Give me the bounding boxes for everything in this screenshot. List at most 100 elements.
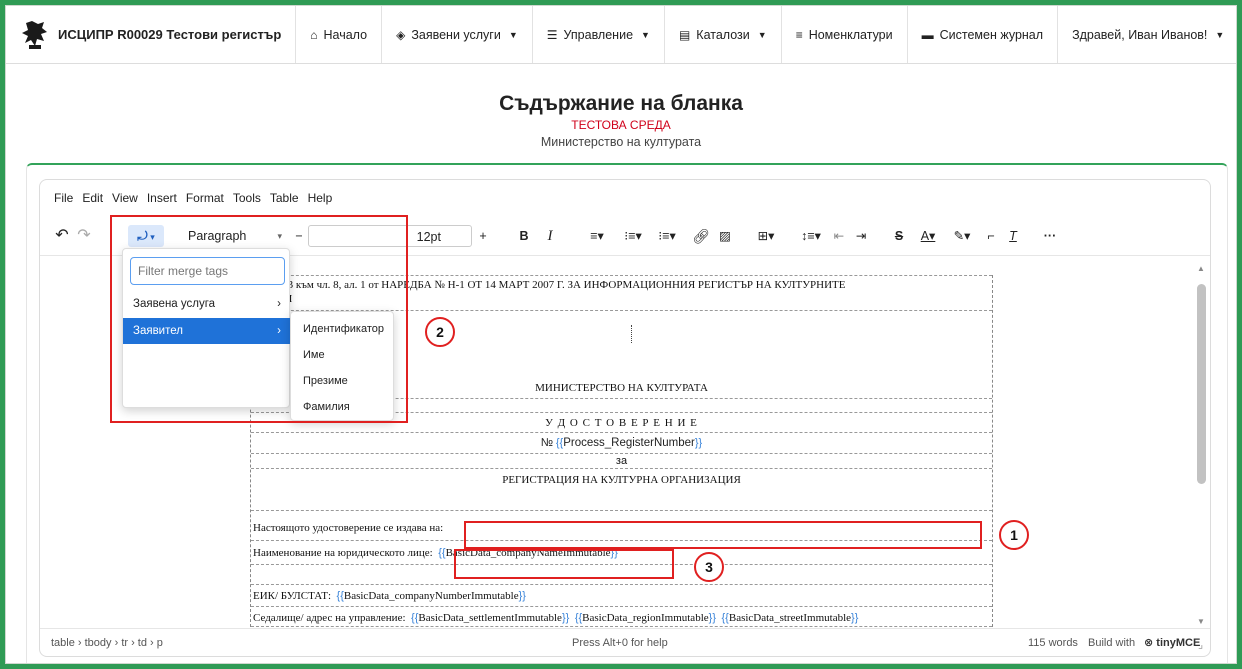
brace-close-icon: }} (708, 612, 716, 624)
brace-open-icon: {{ (336, 590, 344, 602)
editor-scrollbar[interactable]: ▲ ▼ (1197, 264, 1206, 626)
table-icon[interactable]: ⊞▾ (752, 225, 780, 247)
text-color-icon[interactable]: A▾ (914, 225, 942, 247)
increase-font-icon[interactable]: + (476, 225, 490, 247)
undo-icon[interactable]: ↶ (52, 225, 72, 247)
scroll-up-icon[interactable]: ▲ (1197, 264, 1205, 273)
doc-cert-title: У Д О С Т О В Е Р Е Н И Е (545, 417, 698, 429)
link-icon[interactable]: 🔗︎ (692, 225, 710, 247)
resize-handle-icon[interactable]: ⌟ (1198, 638, 1203, 651)
outdent-icon[interactable]: ⇤ (830, 225, 848, 247)
menu-tools[interactable]: Tools (233, 191, 261, 205)
page-title: Съдържание на бланка (499, 92, 743, 115)
brace-open-icon: {{ (438, 547, 446, 559)
editor-menubar: File Edit View Insert Format Tools Table… (40, 180, 1210, 216)
top-navbar: ИСЦИПР R00029 Тестови регистър ⌂ Начало ◈… (6, 6, 1236, 64)
align-icon[interactable]: ≡▾ (582, 225, 612, 247)
app-window: ИСЦИПР R00029 Тестови регистър ⌂ Начало ◈… (6, 6, 1236, 663)
doc-address-tag-2: BasicData_regionImmutable (582, 612, 709, 624)
bold-icon[interactable]: B (516, 225, 532, 247)
doc-reg-title: РЕГИСТРАЦИЯ НА КУЛТУРНА ОРГАНИЗАЦИЯ (502, 474, 741, 486)
nav-management[interactable]: ☰ Управление ▼ (533, 6, 665, 63)
sliders-icon: ☰ (546, 27, 558, 42)
more-icon[interactable]: ··· (1040, 225, 1060, 247)
annotation-box-3 (454, 549, 674, 579)
nav-nomenclatures-label: Номенклатури (808, 27, 893, 42)
nav-home[interactable]: ⌂ Начало (296, 6, 383, 63)
strikethrough-icon[interactable]: S (890, 225, 908, 247)
doc-za-row: за (251, 454, 992, 469)
element-path[interactable]: table › tbody › tr › td › p (51, 637, 163, 649)
font-size-value: 12pt (416, 230, 441, 244)
chevron-down-icon: ▼ (641, 29, 650, 40)
word-count[interactable]: 115 words (1028, 637, 1078, 649)
home-icon: ⌂ (310, 27, 318, 42)
scroll-down-icon[interactable]: ▼ (1197, 617, 1205, 626)
build-with-label[interactable]: Build with (1088, 637, 1135, 649)
indent-icon[interactable]: ⇥ (852, 225, 870, 247)
format-painter-icon[interactable]: ⌐ (982, 225, 1000, 247)
highlight-icon[interactable]: ✎▾ (948, 225, 976, 247)
doc-address-tag-3: BasicData_streetImmutable (728, 612, 852, 624)
doc-eik-row: ЕИК/ БУЛСТАТ: {{BasicData_companyNumberI… (251, 585, 992, 607)
annotation-box-2 (110, 215, 408, 423)
doc-number-prefix: № (540, 437, 554, 449)
annotation-3: 3 (694, 552, 724, 582)
nav-requested-services-label: Заявени услуги (411, 27, 501, 42)
doc-eik-label: ЕИК/ БУЛСТАТ: (253, 590, 332, 602)
numbered-list-icon[interactable]: ⁝≡▾ (618, 225, 648, 247)
brace-close-icon: }} (561, 612, 570, 624)
doc-issued-to: Настоящото удостоверение се издава на: (253, 522, 444, 534)
brand-title: ИСЦИПР R00029 Тестови регистър (58, 27, 282, 42)
menu-insert[interactable]: Insert (147, 191, 177, 205)
user-menu[interactable]: Здравей, Иван Иванов! ▼ (1058, 6, 1236, 63)
nav-requested-services[interactable]: ◈ Заявени услуги ▼ (382, 6, 533, 63)
doc-number-tag: Process_RegisterNumber (563, 437, 695, 449)
brace-close-icon: }} (694, 437, 703, 449)
list-icon: ≡ (795, 27, 803, 42)
brace-close-icon: }} (518, 590, 526, 602)
menu-table[interactable]: Table (270, 191, 299, 205)
brand[interactable]: ИСЦИПР R00029 Тестови регистър (6, 6, 297, 63)
coat-of-arms-logo (22, 20, 47, 49)
nav-system-journal-label: Системен журнал (939, 27, 1044, 42)
menu-view[interactable]: View (112, 191, 138, 205)
nav-system-journal[interactable]: ▬ Системен журнал (908, 6, 1059, 63)
help-hint: Press Alt+0 for help (572, 637, 668, 649)
nav-catalogs[interactable]: ▤ Каталози ▼ (665, 6, 782, 63)
menu-help[interactable]: Help (308, 191, 333, 205)
scrollbar-thumb[interactable] (1197, 284, 1206, 484)
line-height-icon[interactable]: ↕≡▾ (796, 225, 826, 247)
italic-icon[interactable]: I (542, 225, 558, 247)
ministry-subtitle: Министерство на културата (540, 135, 702, 149)
doc-address-row: Седалище/ адрес на управление: {{BasicDa… (251, 607, 992, 627)
user-greeting: Здравей, Иван Иванов! (1072, 27, 1208, 42)
doc-legal-name-label: Наименование на юридическото лице: (253, 547, 433, 559)
doc-eik-tag: BasicData_companyNumberImmutable (343, 590, 519, 602)
brace-close-icon: }} (851, 612, 859, 624)
menu-format[interactable]: Format (186, 191, 224, 205)
doc-address-label: Седалище/ адрес на управление: (253, 612, 406, 624)
layers-icon: ◈ (396, 27, 406, 42)
catalog-icon: ▤ (678, 27, 691, 42)
editor-statusbar: table › tbody › tr › td › p Press Alt+0 … (40, 628, 1210, 656)
nav-nomenclatures[interactable]: ≡ Номенклатури (782, 6, 908, 63)
annotation-1: 1 (999, 520, 1029, 550)
annotation-2: 2 (425, 317, 455, 347)
doc-number-row: № {{Process_RegisterNumber}} (251, 433, 992, 454)
menu-file[interactable]: File (54, 191, 73, 205)
image-icon[interactable]: ▨ (716, 225, 734, 247)
journal-icon: ▬ (921, 27, 934, 42)
redo-icon[interactable]: ↷ (74, 225, 94, 247)
clear-format-icon[interactable]: T (1004, 225, 1022, 247)
bullet-list-icon[interactable]: ⁝≡▾ (652, 225, 682, 247)
nav-home-label: Начало (323, 27, 368, 42)
menu-edit[interactable]: Edit (82, 191, 103, 205)
doc-address-tag-1: BasicData_settlementImmutable (418, 612, 562, 624)
nav-management-label: Управление (563, 27, 634, 42)
chevron-down-icon: ▼ (508, 29, 518, 40)
brace-open-icon: {{ (721, 612, 729, 624)
chevron-down-icon: ▼ (757, 29, 767, 40)
nav-catalogs-label: Каталози (696, 27, 750, 42)
tinymce-logo[interactable]: ⊗ tinyMCE (1144, 636, 1200, 649)
